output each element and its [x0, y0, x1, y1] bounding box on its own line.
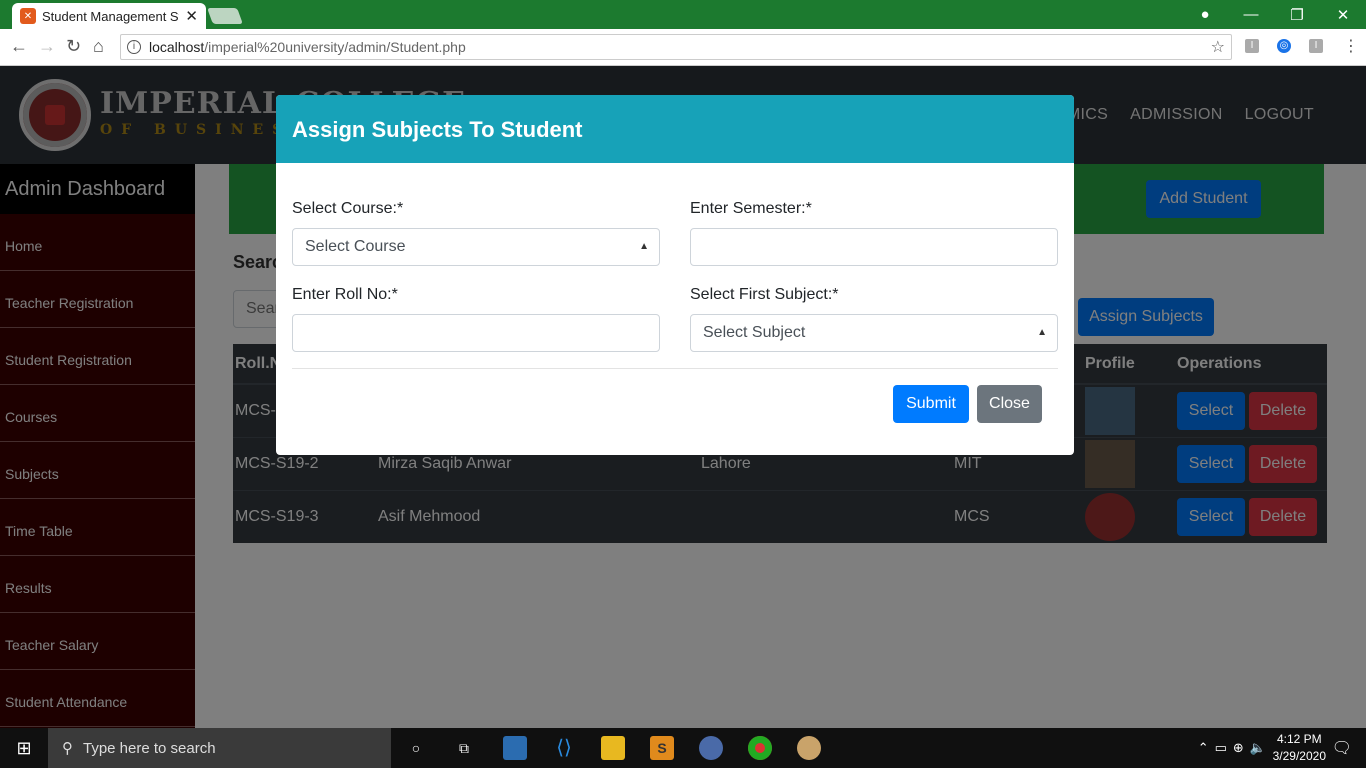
- new-tab-button[interactable]: [207, 8, 243, 24]
- task-view-icon[interactable]: ⧉: [452, 736, 476, 760]
- submit-button[interactable]: Submit: [893, 385, 969, 423]
- network-globe-icon[interactable]: ⊕: [1233, 740, 1244, 756]
- subject-select-value: Select Subject: [703, 324, 806, 341]
- url-host: localhost: [149, 39, 205, 55]
- windows-start-icon[interactable]: ⊞: [0, 728, 48, 768]
- semester-label: Enter Semester:*: [690, 200, 812, 217]
- course-select-value: Select Course: [305, 238, 406, 255]
- taskbar-search[interactable]: ⚲ Type here to search: [48, 728, 391, 768]
- window-controls: ● — ❐ ✕: [1182, 0, 1366, 29]
- clock[interactable]: 4:12 PM 3/29/2020: [1273, 731, 1326, 765]
- bookmark-star-icon[interactable]: ☆: [1211, 37, 1225, 57]
- select-arrows-icon: ▲: [639, 241, 649, 252]
- home-icon[interactable]: ⌂: [93, 36, 104, 57]
- chevron-up-icon[interactable]: ⌃: [1198, 740, 1209, 756]
- close-button[interactable]: Close: [977, 385, 1042, 423]
- menu-kebab-icon[interactable]: ⋮: [1343, 36, 1359, 56]
- browser-tab-bar: ✕ Student Management Sy ✕ ● — ❐ ✕: [0, 0, 1366, 29]
- modal-divider: [292, 368, 1058, 369]
- url-path: /imperial%20university/admin/Student.php: [204, 39, 466, 55]
- roll-no-input[interactable]: [292, 314, 660, 352]
- clock-date: 3/29/2020: [1272, 749, 1326, 763]
- cortana-icon[interactable]: ○: [404, 736, 428, 760]
- info-icon[interactable]: i: [127, 40, 141, 54]
- browser-tab[interactable]: ✕ Student Management Sy ✕: [12, 3, 206, 29]
- reload-icon[interactable]: ↻: [66, 36, 81, 57]
- semester-input[interactable]: [690, 228, 1058, 266]
- minimize-icon[interactable]: —: [1228, 6, 1274, 23]
- clock-time: 4:12 PM: [1276, 732, 1322, 746]
- system-tray: ⌃ ▭ ⊕ 🔈: [1198, 728, 1266, 768]
- xampp-favicon-icon: ✕: [20, 8, 36, 24]
- first-subject-select[interactable]: Select Subject ▲: [690, 314, 1058, 352]
- chrome-icon[interactable]: [748, 736, 772, 760]
- tab-title: Student Management Sy: [42, 8, 180, 24]
- chrome-active-icon[interactable]: [699, 736, 723, 760]
- forward-icon[interactable]: →: [38, 36, 56, 57]
- sublime-text-icon[interactable]: S: [650, 736, 674, 760]
- first-subject-label: Select First Subject:*: [690, 286, 839, 303]
- modal-title: Assign Subjects To Student: [276, 95, 1074, 163]
- restore-icon[interactable]: ❐: [1274, 6, 1320, 24]
- back-icon[interactable]: ←: [10, 36, 28, 57]
- vscode-icon[interactable]: ⟨⟩: [552, 736, 576, 760]
- extension-icon[interactable]: I: [1309, 39, 1323, 53]
- search-icon: ⚲: [62, 740, 73, 757]
- address-bar: ← → ↻ ⌂ i localhost/imperial%20universit…: [0, 29, 1366, 66]
- url-input[interactable]: i localhost/imperial%20university/admin/…: [120, 34, 1232, 60]
- profile-icon[interactable]: ●: [1182, 6, 1228, 23]
- roll-no-label: Enter Roll No:*: [292, 286, 398, 303]
- course-label: Select Course:*: [292, 200, 404, 217]
- extension-search-icon[interactable]: ◎: [1277, 39, 1291, 53]
- extension-icon[interactable]: I: [1245, 39, 1259, 53]
- notification-icon[interactable]: 🗨: [1332, 738, 1352, 758]
- assign-subjects-modal: Assign Subjects To Student Select Course…: [276, 95, 1074, 455]
- course-select[interactable]: Select Course ▲: [292, 228, 660, 266]
- close-window-icon[interactable]: ✕: [1320, 6, 1366, 24]
- file-explorer-icon[interactable]: [601, 736, 625, 760]
- taskbar: ⊞ ⚲ Type here to search ○ ⧉ ⟨⟩ S ⌃ ▭ ⊕ 🔈…: [0, 728, 1366, 768]
- taskbar-search-placeholder: Type here to search: [83, 739, 216, 757]
- volume-icon[interactable]: 🔈: [1250, 740, 1266, 756]
- battery-icon[interactable]: ▭: [1215, 740, 1227, 756]
- paint-icon[interactable]: [797, 736, 821, 760]
- network-app-icon[interactable]: [503, 736, 527, 760]
- select-arrows-icon: ▲: [1037, 327, 1047, 338]
- tab-close-icon[interactable]: ✕: [185, 7, 198, 25]
